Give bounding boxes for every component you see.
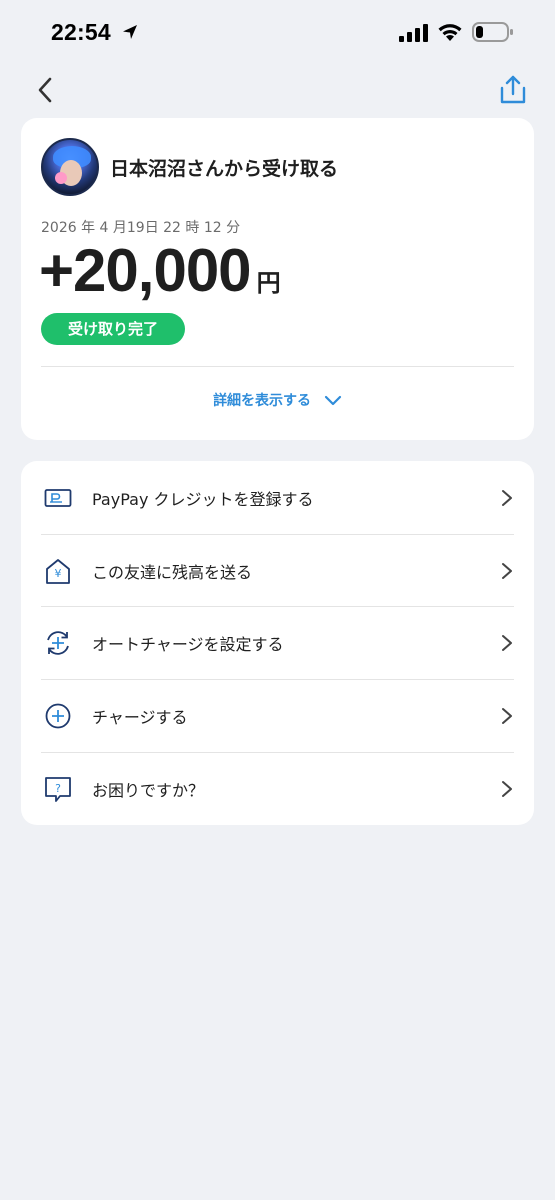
menu-item-label: この友達に残高を送る: [92, 562, 253, 582]
chevron-down-icon: [324, 395, 342, 406]
nav-bar: [0, 66, 555, 114]
menu-item-help[interactable]: ? お困りですか？: [41, 752, 514, 825]
menu-item-auto-charge[interactable]: オートチャージを設定する: [41, 606, 514, 679]
status-bar: 22:54: [0, 0, 555, 66]
menu-item-label: オートチャージを設定する: [92, 634, 284, 654]
send-yen-house-icon: ¥: [43, 556, 73, 586]
help-question-icon: ?: [43, 774, 73, 804]
chevron-right-icon: [502, 780, 512, 797]
show-details-label: 詳細を表示する: [213, 393, 312, 409]
wifi-icon: [438, 24, 462, 41]
action-menu: PayPay クレジットを登録する ¥ この友達に残高を送る オートチャージを設…: [21, 461, 534, 825]
menu-item-label: PayPay クレジットを登録する: [92, 489, 314, 509]
status-badge: 受け取り完了: [41, 313, 185, 345]
avatar: [41, 138, 99, 196]
menu-item-charge[interactable]: チャージする: [41, 679, 514, 752]
menu-item-send-balance[interactable]: ¥ この友達に残高を送る: [41, 534, 514, 607]
battery-icon: [472, 22, 513, 42]
chevron-right-icon: [502, 634, 512, 651]
svg-text:?: ?: [55, 782, 61, 795]
auto-charge-icon: [43, 628, 73, 658]
svg-text:¥: ¥: [55, 567, 62, 580]
menu-item-label: お困りですか？: [92, 780, 205, 800]
plus-circle-icon: [43, 701, 73, 731]
show-details-button[interactable]: 詳細を表示する: [21, 390, 534, 410]
amount-value: +20,000: [39, 237, 252, 304]
amount-unit: 円: [256, 269, 281, 297]
status-time: 22:54: [51, 19, 111, 45]
chevron-right-icon: [502, 489, 512, 506]
chevron-right-icon: [502, 707, 512, 724]
amount-row: +20,000 円: [39, 236, 281, 306]
cellular-signal-icon: [399, 24, 428, 42]
share-icon[interactable]: [498, 74, 528, 106]
transaction-date: 2026 年 4 月19日 22 時 12 分: [41, 220, 241, 236]
menu-item-register-credit[interactable]: PayPay クレジットを登録する: [41, 461, 514, 534]
credit-card-icon: [43, 483, 73, 513]
sender-title: 日本沼沼さんから受け取る: [110, 158, 339, 180]
divider: [41, 366, 514, 367]
back-chevron-icon[interactable]: [33, 76, 57, 104]
menu-item-label: チャージする: [92, 707, 188, 727]
location-arrow-icon: [123, 25, 137, 39]
chevron-right-icon: [502, 562, 512, 579]
receipt-card: 日本沼沼さんから受け取る 2026 年 4 月19日 22 時 12 分 +20…: [21, 118, 534, 440]
